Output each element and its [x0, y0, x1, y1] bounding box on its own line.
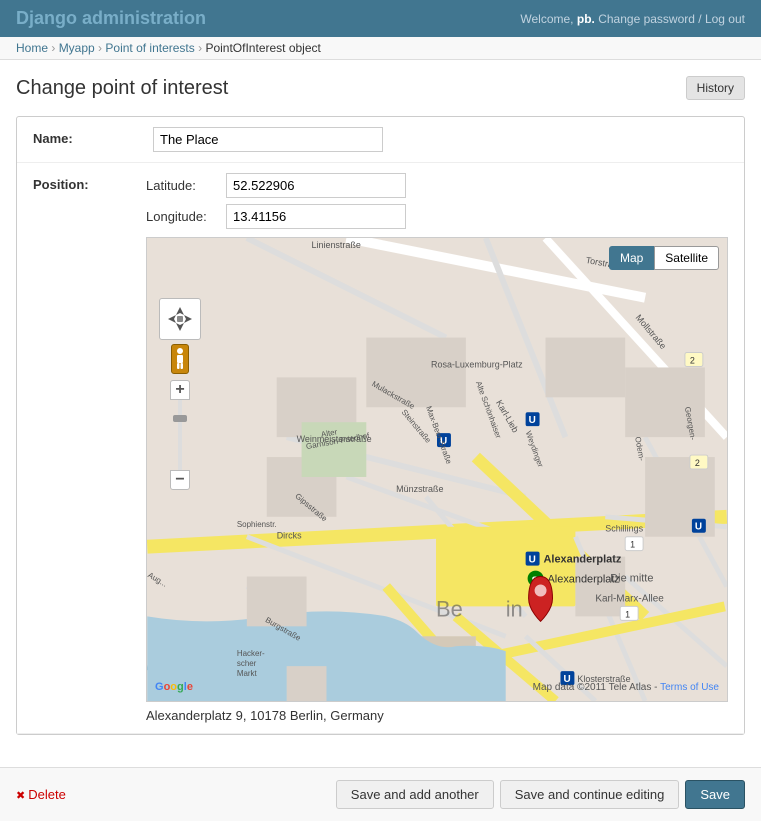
- username: pb.: [577, 12, 595, 26]
- svg-text:Markt: Markt: [237, 669, 258, 678]
- map-type-controls: Map Satellite: [609, 246, 719, 270]
- nav-control-group: + −: [159, 298, 201, 490]
- history-button[interactable]: History: [686, 76, 745, 100]
- svg-text:Münzstraße: Münzstraße: [396, 484, 443, 494]
- address-text: Alexanderplatz 9, 10178 Berlin, Germany: [146, 708, 728, 723]
- latitude-label: Latitude:: [146, 178, 226, 193]
- map-type-map-button[interactable]: Map: [609, 246, 654, 270]
- position-fields: Latitude: Longitude:: [146, 173, 728, 723]
- nav-pad[interactable]: [159, 298, 201, 340]
- logout-link[interactable]: Log out: [705, 12, 745, 26]
- zoom-track: [178, 400, 182, 470]
- delete-link[interactable]: Delete: [16, 787, 66, 802]
- breadcrumb-home[interactable]: Home: [16, 41, 48, 55]
- terms-link[interactable]: Terms of Use: [660, 682, 719, 693]
- content: Change point of interest History Name: P…: [0, 60, 761, 751]
- user-info: Welcome, pb. Change password / Log out: [520, 12, 745, 26]
- name-input[interactable]: [153, 127, 383, 152]
- map-type-satellite-button[interactable]: Satellite: [654, 246, 719, 270]
- map-svg: Alter Garnison-Friedhof Rosa-Luxemburg-P…: [147, 238, 727, 701]
- svg-text:Alexanderplatz: Alexanderplatz: [544, 554, 622, 566]
- svg-text:2: 2: [695, 458, 700, 468]
- position-row: Position: Latitude: Longitude:: [17, 163, 744, 734]
- latitude-input[interactable]: [226, 173, 406, 198]
- svg-text:Be: Be: [436, 596, 463, 621]
- position-label: Position:: [33, 173, 146, 192]
- longitude-row: Longitude:: [146, 204, 728, 229]
- svg-text:scher: scher: [237, 659, 257, 668]
- zoom-out-button[interactable]: −: [170, 470, 190, 490]
- app-title: Django administration: [16, 8, 206, 29]
- zoom-in-button[interactable]: +: [170, 380, 190, 400]
- svg-text:Dircks: Dircks: [277, 531, 302, 541]
- page-title-row: Change point of interest History: [16, 76, 745, 100]
- map-container[interactable]: Alter Garnison-Friedhof Rosa-Luxemburg-P…: [146, 237, 728, 702]
- welcome-text: Welcome,: [520, 12, 576, 26]
- separator: /: [698, 12, 705, 26]
- svg-text:Hacker-: Hacker-: [237, 649, 265, 658]
- svg-text:Sophienstr.: Sophienstr.: [237, 520, 277, 529]
- breadcrumb: Home › Myapp › Point of interests › Poin…: [0, 37, 761, 60]
- latitude-row: Latitude:: [146, 173, 728, 198]
- save-add-another-button[interactable]: Save and add another: [336, 780, 494, 809]
- map-data-text: Map data ©2011 Tele Atlas: [533, 682, 652, 693]
- svg-text:Die mitte: Die mitte: [610, 573, 653, 585]
- name-row: Name:: [17, 117, 744, 163]
- person-icon: [174, 348, 186, 370]
- nav-arrows-icon: [166, 305, 194, 333]
- svg-text:2: 2: [690, 355, 695, 365]
- breadcrumb-point-of-interests[interactable]: Point of interests: [105, 41, 194, 55]
- svg-text:Karl-Marx-Allee: Karl-Marx-Allee: [595, 593, 664, 604]
- svg-text:in: in: [506, 596, 523, 621]
- google-logo: Google: [155, 681, 193, 693]
- svg-text:U: U: [529, 555, 536, 566]
- svg-text:U: U: [695, 522, 702, 533]
- footer: Delete Save and add another Save and con…: [0, 767, 761, 821]
- longitude-label: Longitude:: [146, 209, 226, 224]
- save-button[interactable]: Save: [685, 780, 745, 809]
- svg-text:Weinmeisterstraße: Weinmeisterstraße: [297, 434, 372, 444]
- svg-text:Linienstraße: Linienstraße: [312, 240, 361, 250]
- save-continue-button[interactable]: Save and continue editing: [500, 780, 680, 809]
- change-password-link[interactable]: Change password: [598, 12, 695, 26]
- svg-text:Schillings: Schillings: [605, 524, 643, 534]
- zoom-controls: + −: [159, 380, 201, 490]
- name-field: [153, 127, 728, 152]
- page-title: Change point of interest: [16, 77, 228, 100]
- svg-text:1: 1: [630, 540, 635, 550]
- map-attribution: Map data ©2011 Tele Atlas - Terms of Use: [533, 682, 719, 693]
- form-container: Name: Position: Latitude: Longitude:: [16, 116, 745, 735]
- header: Django administration Welcome, pb. Chang…: [0, 0, 761, 37]
- svg-text:Rosa-Luxemburg-Platz: Rosa-Luxemburg-Platz: [431, 359, 523, 369]
- name-label: Name:: [33, 127, 153, 146]
- svg-text:U: U: [529, 415, 536, 426]
- action-buttons: Save and add another Save and continue e…: [336, 780, 745, 809]
- longitude-input[interactable]: [226, 204, 406, 229]
- pegman-icon[interactable]: [171, 344, 189, 374]
- breadcrumb-myapp[interactable]: Myapp: [59, 41, 95, 55]
- svg-text:1: 1: [625, 609, 630, 619]
- zoom-thumb[interactable]: [173, 415, 187, 422]
- svg-text:Alexanderplatz: Alexanderplatz: [548, 574, 620, 586]
- breadcrumb-current: PointOfInterest object: [205, 41, 320, 55]
